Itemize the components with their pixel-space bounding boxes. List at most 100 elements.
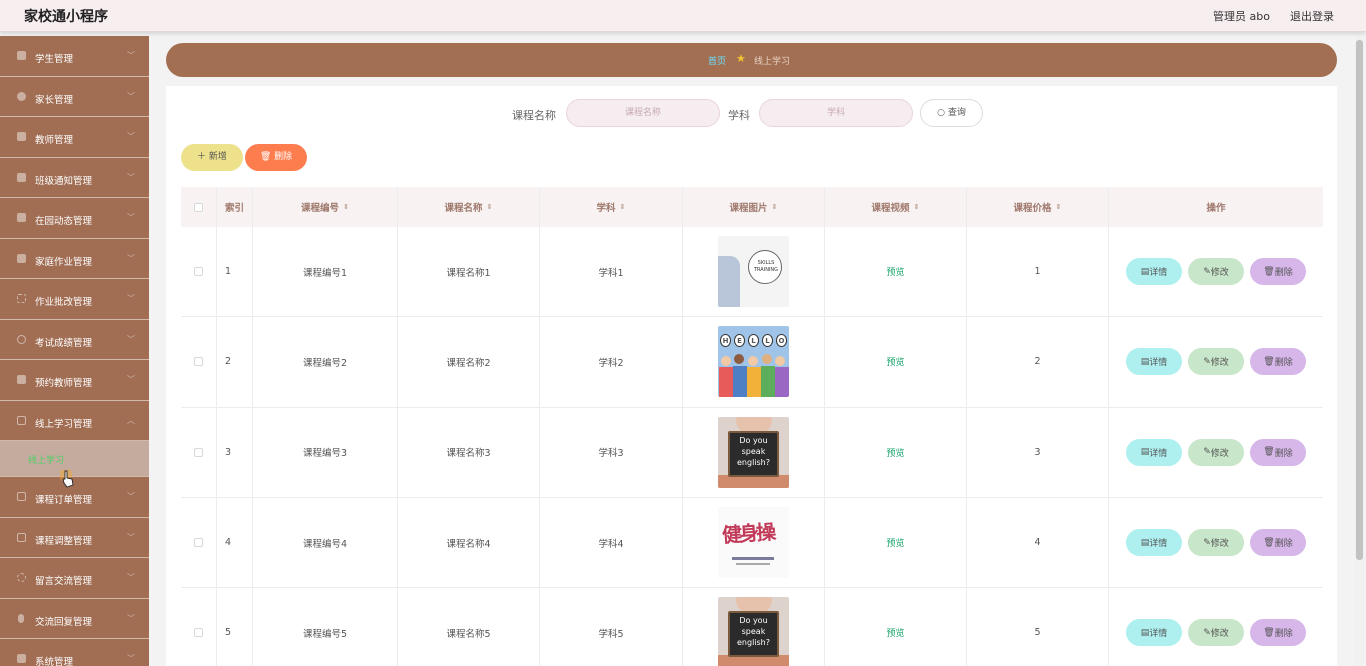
sidebar-item-homework[interactable]: 家庭作业管理 ﹀ bbox=[0, 239, 149, 279]
thumb-hello-letter: L bbox=[762, 334, 773, 348]
delete-button[interactable]: 🗑 删除 bbox=[1250, 258, 1306, 286]
row-subject: 学科4 bbox=[540, 497, 683, 588]
detail-button[interactable]: ▤ 详情 bbox=[1126, 529, 1182, 557]
sidebar-item-class-notices[interactable]: 班级通知管理 ﹀ bbox=[0, 158, 149, 198]
location-icon bbox=[17, 91, 26, 101]
thumb-hello-letter: O bbox=[776, 334, 787, 348]
row-course-image-cell: SKILLS TRAINING bbox=[683, 227, 825, 317]
row-course-name: 课程名称4 bbox=[398, 497, 540, 588]
document-icon: ▤ bbox=[1140, 627, 1150, 638]
delete-button[interactable]: 🗑 删除 bbox=[1250, 529, 1306, 557]
delete-button[interactable]: 🗑 删除 bbox=[1250, 348, 1306, 376]
sidebar-item-students[interactable]: 学生管理 ﹀ bbox=[0, 36, 149, 77]
delete-button[interactable]: 🗑 删除 bbox=[1250, 619, 1306, 647]
edit-button[interactable]: ✎ 修改 bbox=[1188, 258, 1244, 286]
header-course-video[interactable]: 课程视频 ⇕ bbox=[825, 187, 967, 227]
sort-icon[interactable]: ⇕ bbox=[343, 203, 349, 211]
chevron-down-icon: ﹀ bbox=[127, 172, 135, 182]
sidebar-item-label: 作业批改管理 bbox=[35, 297, 93, 308]
sidebar-item-teacher-booking[interactable]: 预约教师管理 ﹀ bbox=[0, 360, 149, 401]
chart-icon bbox=[17, 132, 26, 141]
sort-icon[interactable]: ⇕ bbox=[487, 203, 493, 211]
sidebar-item-grading[interactable]: 作业批改管理 ﹀ bbox=[0, 279, 149, 320]
logout-link[interactable]: 退出登录 bbox=[1290, 8, 1334, 24]
header-course-code[interactable]: 课程编号 ⇕ bbox=[253, 187, 398, 227]
expand-icon bbox=[17, 294, 26, 303]
video-preview-link[interactable]: 预览 bbox=[886, 536, 904, 549]
order-icon bbox=[17, 492, 26, 501]
row-checkbox[interactable] bbox=[194, 447, 203, 457]
detail-button[interactable]: ▤ 详情 bbox=[1126, 348, 1182, 376]
crop-icon bbox=[17, 532, 26, 542]
video-preview-link[interactable]: 预览 bbox=[886, 446, 904, 459]
row-checkbox[interactable] bbox=[194, 357, 203, 367]
delete-button[interactable]: 🗑 删除 bbox=[1250, 438, 1306, 466]
video-preview-link[interactable]: 预览 bbox=[886, 626, 904, 639]
course-name-input[interactable]: 课程名称 bbox=[566, 99, 720, 127]
header-course-image[interactable]: 课程图片 ⇕ bbox=[683, 187, 825, 227]
header-index: 索引 bbox=[217, 187, 253, 227]
thumb-jianshen-text: 健身操 bbox=[721, 519, 774, 548]
thumb-english-text: english? bbox=[737, 457, 770, 467]
star-icon: ★ bbox=[736, 52, 746, 65]
header-name-label: 课程名称 bbox=[444, 203, 483, 214]
row-actions: ▤ 详情 ✎ 修改 🗑 删除 bbox=[1109, 227, 1323, 316]
edit-button[interactable]: ✎ 修改 bbox=[1188, 438, 1244, 466]
edit-button[interactable]: ✎ 修改 bbox=[1188, 529, 1244, 557]
header-course-name[interactable]: 课程名称 ⇕ bbox=[398, 187, 540, 227]
row-checkbox[interactable] bbox=[194, 267, 203, 277]
select-all-checkbox[interactable] bbox=[194, 202, 203, 212]
subject-input[interactable]: 学科 bbox=[759, 99, 913, 127]
sort-icon[interactable]: ⇕ bbox=[914, 203, 920, 211]
sidebar-item-course-adjust[interactable]: 课程调整管理 ﹀ bbox=[0, 518, 149, 558]
sidebar-item-system[interactable]: 系统管理 ﹀ bbox=[0, 639, 149, 666]
detail-button[interactable]: ▤ 详情 bbox=[1126, 258, 1182, 286]
course-thumbnail-hello-kids[interactable]: H E L L O bbox=[718, 326, 789, 398]
scrollbar-thumb[interactable] bbox=[1356, 40, 1363, 560]
course-thumbnail-skill-training[interactable]: SKILLS TRAINING bbox=[718, 236, 789, 308]
header-subject[interactable]: 学科 ⇕ bbox=[540, 187, 683, 227]
sort-icon[interactable]: ⇕ bbox=[620, 203, 626, 211]
detail-button[interactable]: ▤ 详情 bbox=[1126, 619, 1182, 647]
sidebar-item-exam-scores[interactable]: 考试成绩管理 ﹀ bbox=[0, 320, 149, 360]
vertical-scrollbar[interactable] bbox=[1355, 36, 1364, 666]
mic-icon bbox=[18, 613, 24, 623]
trash-icon: 🗑 bbox=[1263, 537, 1275, 548]
grid-icon bbox=[17, 51, 26, 60]
chevron-down-icon: ﹀ bbox=[127, 375, 135, 384]
batch-delete-button[interactable]: 🗑 删除 bbox=[245, 144, 307, 171]
row-actions: ▤ 详情 ✎ 修改 🗑 删除 bbox=[1109, 317, 1323, 406]
thumb-english-text: Do you bbox=[739, 435, 768, 445]
document-icon: ▤ bbox=[1140, 447, 1150, 458]
row-checkbox[interactable] bbox=[194, 628, 203, 638]
header-course-price[interactable]: 课程价格 ⇕ bbox=[967, 187, 1109, 227]
sidebar-item-replies[interactable]: 交流回复管理 ﹀ bbox=[0, 599, 149, 639]
sidebar-item-online-learning[interactable]: 线上学习管理 ︿ bbox=[0, 401, 149, 441]
query-button[interactable]: ○ 查询 bbox=[920, 99, 983, 127]
sidebar-item-teachers[interactable]: 教师管理 ﹀ bbox=[0, 117, 149, 158]
pencil-icon: ✎ bbox=[1203, 447, 1211, 458]
edit-label: 修改 bbox=[1210, 539, 1229, 550]
sidebar-item-parents[interactable]: 家长管理 ﹀ bbox=[0, 77, 149, 117]
sort-icon[interactable]: ⇕ bbox=[772, 203, 778, 211]
edit-button[interactable]: ✎ 修改 bbox=[1188, 348, 1244, 376]
sort-icon[interactable]: ⇕ bbox=[1056, 203, 1062, 211]
row-checkbox[interactable] bbox=[194, 538, 203, 548]
course-thumbnail-jianshen-calligraphy[interactable]: 健身操 bbox=[718, 507, 789, 579]
course-name-label: 课程名称 bbox=[512, 109, 556, 122]
row-actions: ▤ 详情 ✎ 修改 🗑 删除 bbox=[1109, 498, 1323, 587]
table-row: 3 课程编号3 课程名称3 学科3 Do you speak english? … bbox=[181, 407, 1323, 498]
edit-button[interactable]: ✎ 修改 bbox=[1188, 619, 1244, 647]
header-code-label: 课程编号 bbox=[301, 203, 340, 214]
sidebar-item-campus-news[interactable]: 在园动态管理 ﹀ bbox=[0, 198, 149, 239]
detail-button[interactable]: ▤ 详情 bbox=[1126, 438, 1182, 466]
sidebar-item-messages[interactable]: 留言交流管理 ﹀ bbox=[0, 558, 149, 599]
course-thumbnail-do-you-speak-english[interactable]: Do you speak english? bbox=[718, 597, 789, 666]
video-preview-link[interactable]: 预览 bbox=[886, 265, 904, 278]
video-preview-link[interactable]: 预览 bbox=[886, 355, 904, 368]
breadcrumb-home[interactable]: 首页 bbox=[708, 54, 726, 67]
add-button[interactable]: ＋ 新增 bbox=[181, 144, 243, 171]
course-thumbnail-do-you-speak-english[interactable]: Do you speak english? bbox=[718, 416, 789, 488]
detail-label: 详情 bbox=[1149, 268, 1168, 279]
trash-icon: 🗑 bbox=[1263, 627, 1275, 638]
